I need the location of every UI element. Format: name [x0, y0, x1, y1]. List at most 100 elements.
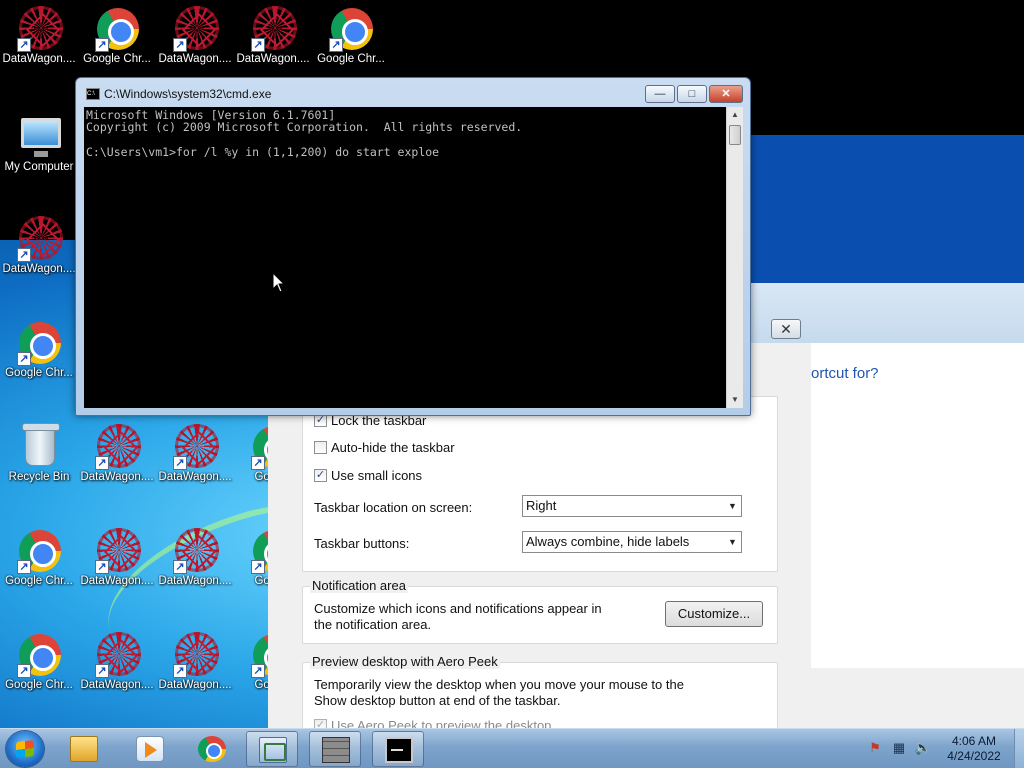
shortcut-arrow-icon: ↗	[95, 38, 109, 52]
scroll-thumb[interactable]	[729, 125, 741, 145]
firewall-icon	[322, 737, 350, 763]
desktop-icon-label: Google Chr...	[5, 367, 73, 379]
dropdown-arrow-icon: ▼	[728, 501, 737, 511]
clock-date: 4/24/2022	[947, 749, 1001, 763]
minimize-icon: —	[654, 88, 666, 100]
shortcut-arrow-icon: ↗	[17, 352, 31, 366]
taskbar-firewall-button[interactable]	[309, 731, 361, 767]
cmd-window[interactable]: C:\ C:\Windows\system32\cmd.exe — □ ✕ Mi…	[75, 77, 751, 416]
taskbar-location-select[interactable]: Right ▼	[522, 495, 742, 517]
desktop-icon-datawagon[interactable]: ↗ DataWagon....	[0, 216, 78, 276]
dialog-close-button[interactable]: ✕	[771, 319, 801, 339]
shortcut-arrow-icon: ↗	[173, 456, 187, 470]
action-center-flag-icon[interactable]: ⚑	[866, 739, 884, 757]
taskbar: ⚑ ▦ 🔈 4:06 AM 4/24/2022	[0, 728, 1024, 768]
shortcut-arrow-icon: ↗	[251, 560, 265, 574]
minimize-button[interactable]: —	[645, 85, 675, 103]
taskbar-location-label: Taskbar location on screen:	[314, 500, 473, 515]
shortcut-arrow-icon: ↗	[17, 560, 31, 574]
close-icon: ✕	[721, 88, 731, 100]
scroll-down-arrow-icon[interactable]: ▼	[727, 392, 743, 408]
desktop-icon-datawagon[interactable]: ↗ DataWagon....	[234, 6, 312, 66]
console-output[interactable]: Microsoft Windows [Version 6.1.7601] Copy…	[84, 107, 726, 408]
volume-icon[interactable]: 🔈	[914, 739, 932, 757]
desktop-icon-datawagon[interactable]: ↗ DataWagon....	[156, 6, 234, 66]
desktop-icon-chrome[interactable]: ↗ Google Chr...	[0, 632, 78, 692]
wallpaper-band	[748, 135, 1024, 285]
clock-time: 4:06 AM	[951, 734, 997, 748]
cmd-window-icon[interactable]: C:\	[86, 88, 100, 100]
chrome-icon	[198, 736, 226, 762]
customize-button[interactable]: Customize...	[665, 601, 763, 627]
windows-logo-icon	[16, 740, 34, 758]
small-icons-checkbox[interactable]: ✓	[314, 469, 327, 482]
desktop-icon-recycle-bin[interactable]: Recycle Bin	[0, 423, 78, 484]
shortcut-arrow-icon: ↗	[95, 664, 109, 678]
desktop-icon-chrome[interactable]: ↗ Google Chr...	[0, 528, 78, 588]
desktop-icon-datawagon[interactable]: ↗ DataWagon....	[156, 528, 234, 588]
wizard-prompt-text: ortcut for?	[811, 365, 879, 382]
maximize-button[interactable]: □	[677, 85, 707, 103]
desktop-icon-datawagon[interactable]: ↗ DataWagon....	[78, 424, 156, 484]
desktop-icon-chrome[interactable]: ↗ Google Chr...	[0, 320, 78, 380]
desktop-icon-label: DataWagon....	[2, 53, 76, 65]
desktop-icon-datawagon[interactable]: ↗ DataWagon....	[156, 424, 234, 484]
close-button[interactable]: ✕	[709, 85, 743, 103]
wizard-panel	[811, 343, 1024, 668]
desktop-icon-label: Google Chr...	[5, 575, 73, 587]
scroll-up-arrow-icon[interactable]: ▲	[727, 107, 743, 123]
desktop-icon-chrome[interactable]: ↗ Google Chr...	[312, 6, 390, 66]
shortcut-arrow-icon: ↗	[251, 456, 265, 470]
taskbar-explorer-button[interactable]	[58, 731, 110, 767]
network-icon[interactable]: ▦	[890, 739, 908, 757]
shortcut-arrow-icon: ↗	[17, 248, 31, 262]
taskbar-buttons-label: Taskbar buttons:	[314, 536, 410, 551]
system-clock[interactable]: 4:06 AM 4/24/2022	[940, 734, 1008, 764]
desktop-icon-datawagon[interactable]: ↗ DataWagon....	[0, 6, 78, 66]
dropdown-arrow-icon: ▼	[728, 537, 737, 547]
desktop-icon-label: DataWagon....	[80, 679, 154, 691]
taskbar-location-value: Right	[526, 498, 557, 513]
media-player-icon	[136, 736, 164, 762]
desktop-icon-label: My Computer	[4, 161, 74, 173]
shortcut-arrow-icon: ↗	[173, 560, 187, 574]
mouse-cursor-icon	[272, 271, 286, 294]
aero-peek-title: Preview desktop with Aero Peek	[310, 654, 500, 669]
shortcut-arrow-icon: ↗	[251, 38, 265, 52]
shortcut-arrow-icon: ↗	[173, 664, 187, 678]
taskbar-cmd-button[interactable]	[372, 731, 424, 767]
auto-hide-checkbox[interactable]	[314, 441, 327, 454]
console-line: Copyright (c) 2009 Microsoft Corporation…	[86, 120, 523, 135]
taskbar-control-panel-button[interactable]	[246, 731, 298, 767]
taskbar-buttons-select[interactable]: Always combine, hide labels ▼	[522, 531, 742, 553]
taskbar-chrome-button[interactable]	[186, 731, 238, 767]
desktop-icon-label: Google Chr...	[5, 679, 73, 691]
notification-text: the notification area.	[314, 617, 432, 632]
small-icons-label: Use small icons	[331, 468, 423, 483]
shortcut-arrow-icon: ↗	[251, 664, 265, 678]
console-command-line: C:\Users\vm1>for /l %y in (1,1,200) do s…	[86, 144, 440, 159]
aero-peek-text: Show desktop button at end of the taskba…	[314, 693, 561, 708]
control-panel-icon	[259, 737, 287, 763]
notification-area-title: Notification area	[310, 578, 408, 593]
shortcut-arrow-icon: ↗	[17, 664, 31, 678]
desktop-icon-datawagon[interactable]: ↗ DataWagon....	[78, 632, 156, 692]
desktop-icon-label: Recycle Bin	[8, 471, 70, 483]
desktop-icon-chrome[interactable]: ↗ Google Chr...	[78, 6, 156, 66]
desktop-icon-label: DataWagon....	[158, 471, 232, 483]
desktop-icon-label: DataWagon....	[158, 575, 232, 587]
notification-text: Customize which icons and notifications …	[314, 601, 602, 616]
desktop-icon-my-computer[interactable]: My Computer	[0, 114, 78, 174]
maximize-icon: □	[688, 88, 696, 100]
auto-hide-label: Auto-hide the taskbar	[331, 440, 455, 455]
desktop-icon-datawagon[interactable]: ↗ DataWagon....	[78, 528, 156, 588]
console-scrollbar[interactable]: ▲ ▼	[726, 107, 743, 408]
check-icon: ✓	[315, 469, 326, 481]
desktop-icon-datawagon[interactable]: ↗ DataWagon....	[156, 632, 234, 692]
taskbar-media-player-button[interactable]	[124, 731, 176, 767]
taskbar-buttons-value: Always combine, hide labels	[526, 534, 690, 549]
start-button[interactable]	[6, 731, 44, 767]
close-icon: ✕	[780, 321, 792, 337]
cmd-icon	[385, 737, 413, 763]
show-desktop-button[interactable]	[1014, 729, 1024, 768]
